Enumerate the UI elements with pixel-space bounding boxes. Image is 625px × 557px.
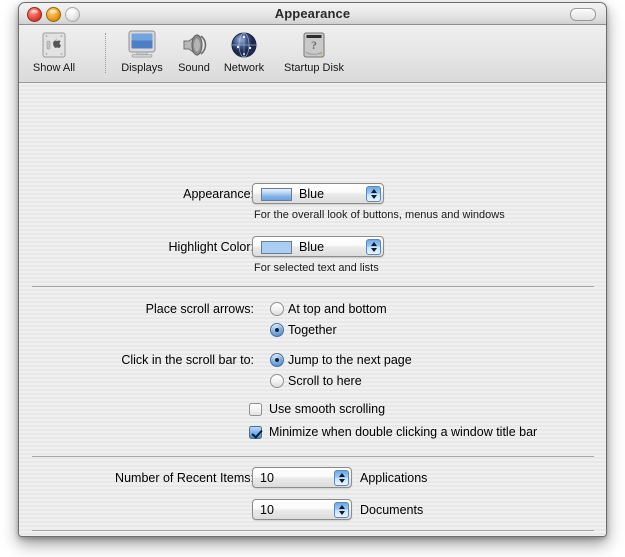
recent-documents-unit: Documents [360,503,424,517]
radio-label-jump-to-next-page: Jump to the next page [288,353,412,367]
highlight-color-popup[interactable]: Blue [252,236,384,257]
appearance-color-swatch [261,188,292,201]
checkbox-label-use-smooth-scrolling: Use smooth scrolling [269,402,386,416]
show-all-icon [19,28,90,61]
appearance-window: Appearance Show All Displays Sound Netwo… [18,2,607,537]
checkbox-label-minimize-on-double-click: Minimize when double clicking a window t… [269,425,538,439]
appearance-label: Appearance: [183,187,254,201]
chevron-updown-icon [366,239,381,255]
appearance-popup[interactable]: Blue [252,183,384,204]
scroll-arrows-label: Place scroll arrows: [145,302,254,316]
scroll-bar-click-label: Click in the scroll bar to: [121,353,254,367]
radio-at-top-and-bottom[interactable] [270,302,284,316]
recent-applications-popup[interactable]: 10 [252,467,352,488]
checkbox-minimize-on-double-click[interactable] [249,426,262,439]
preferences-content: Appearance: Blue For the overall look of… [19,83,606,536]
radio-together[interactable] [270,323,284,337]
toolbar-item-startup-disk[interactable]: ? Startup Disk [269,28,359,74]
toolbar-label-startup-disk: Startup Disk [284,62,344,74]
appearance-hint: For the overall look of buttons, menus a… [254,209,505,221]
recent-documents-value: 10 [260,503,274,517]
checkbox-use-smooth-scrolling[interactable] [249,403,262,416]
recent-items-label: Number of Recent Items: [115,471,254,485]
radio-label-scroll-to-here: Scroll to here [288,374,362,388]
preferences-toolbar: Show All Displays Sound Network ? Startu… [19,25,606,83]
window-titlebar: Appearance [19,3,606,25]
toolbar-label-show-all: Show All [32,62,76,74]
toolbar-toggle-button[interactable] [570,8,596,21]
chevron-updown-icon [334,470,349,486]
section-divider [32,456,594,457]
window-title: Appearance [274,6,351,21]
chevron-updown-icon [366,186,381,202]
recent-applications-unit: Applications [360,471,428,485]
section-divider [32,530,594,531]
recent-applications-value: 10 [260,471,274,485]
radio-label-together: Together [288,323,337,337]
highlight-color-label: Highlight Color: [168,240,254,254]
highlight-color-swatch [261,241,292,254]
startup-disk-icon: ? [269,28,359,61]
chevron-updown-icon [334,502,349,518]
radio-jump-to-next-page[interactable] [270,353,284,367]
highlight-color-value: Blue [299,240,325,254]
recent-documents-popup[interactable]: 10 [252,499,352,520]
highlight-color-hint: For selected text and lists [254,262,379,274]
appearance-value: Blue [299,187,325,201]
toolbar-item-show-all[interactable]: Show All [19,28,90,74]
svg-text:?: ? [311,38,317,52]
section-divider [32,286,594,287]
radio-scroll-to-here[interactable] [270,374,284,388]
radio-label-at-top-and-bottom: At top and bottom [288,302,387,316]
